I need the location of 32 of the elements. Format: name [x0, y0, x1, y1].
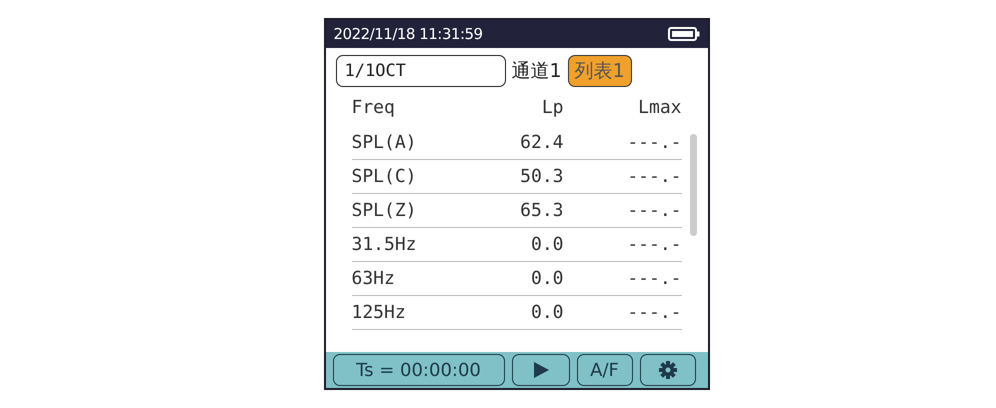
table-cell-text: 63Hz	[352, 268, 396, 289]
table-cell-text: ---.-	[626, 302, 682, 323]
column-header: Lmax	[637, 96, 682, 118]
table-cell-text: 50.3	[519, 166, 564, 187]
table-cell-text: ---.-	[626, 234, 682, 255]
table-cell-text: SPL(Z)	[352, 200, 418, 221]
mode-field[interactable]: 1/1OCT	[336, 55, 506, 87]
table-cell-text: SPL(C)	[352, 166, 418, 187]
channel-label: 通道1	[512, 59, 562, 84]
table-cell-text: 31.5Hz	[352, 234, 418, 255]
scrollbar[interactable]	[690, 134, 696, 236]
table-cell-text: SPL(A)	[352, 132, 418, 153]
play-button[interactable]	[512, 354, 570, 386]
table-cell-text: ---.-	[626, 200, 682, 221]
table-cell-text: ---.-	[626, 132, 682, 153]
column-header: Freq	[352, 96, 396, 118]
table-cell-text: ---.-	[626, 268, 682, 289]
settings-button[interactable]	[640, 354, 696, 386]
settings-icon	[658, 360, 678, 380]
table-cell-text: 65.3	[519, 200, 564, 221]
table-cell-text: 0.0	[530, 302, 564, 323]
datetime: 2022/11/18 11:31:59	[334, 25, 483, 43]
list-button[interactable]: 列表1	[568, 55, 632, 87]
table-cell-text: 125Hz	[352, 302, 407, 323]
column-header: Lp	[540, 96, 564, 118]
af-button[interactable]: A/F	[576, 354, 632, 386]
table-cell-text: 0.0	[530, 268, 564, 289]
timer-button[interactable]: Ts = 00:00:00	[332, 354, 504, 386]
table-cell-text: ---.-	[626, 166, 682, 187]
table-cell-text: 0.0	[530, 234, 564, 255]
table-cell-text: 62.4	[519, 132, 564, 153]
battery-icon	[668, 27, 700, 41]
